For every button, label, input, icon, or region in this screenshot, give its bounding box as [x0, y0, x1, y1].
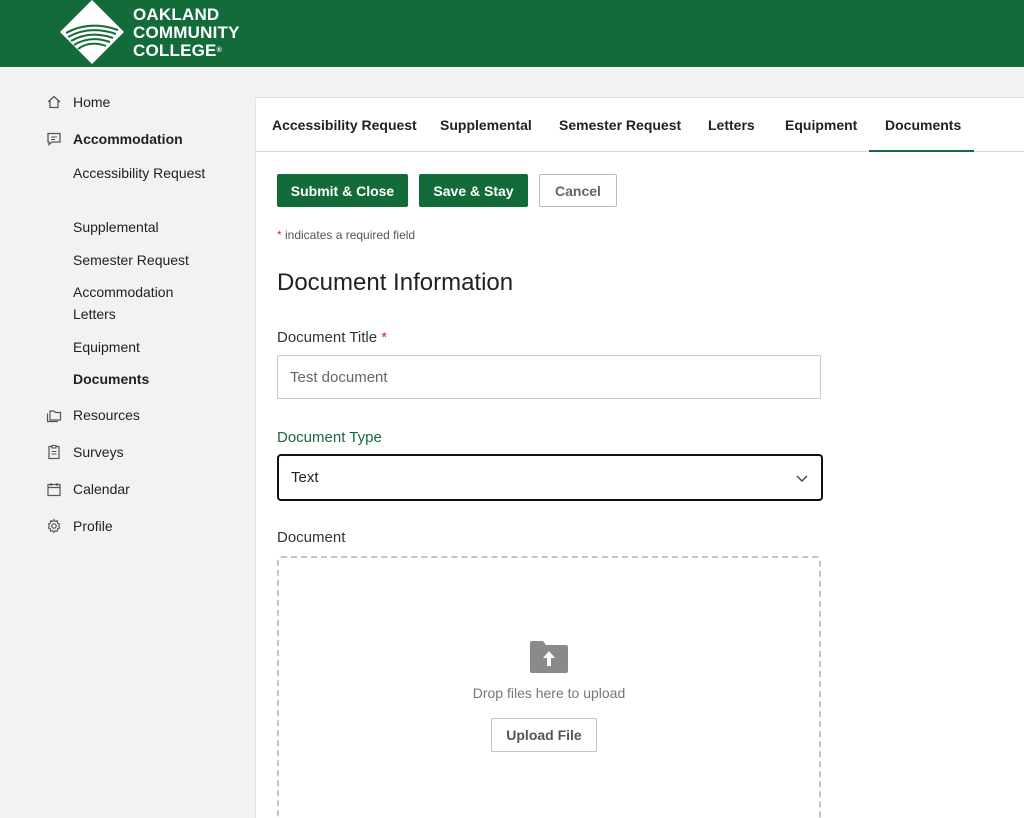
document-type-value: Text	[291, 469, 319, 486]
document-title-label-text: Document Title	[277, 329, 378, 346]
required-note-text: indicates a required field	[281, 228, 416, 242]
tab-supplemental[interactable]: Supplemental	[440, 98, 532, 152]
upload-file-button[interactable]: Upload File	[491, 718, 597, 752]
sidebar-item-profile[interactable]: Profile	[46, 518, 113, 534]
tab-semester-request[interactable]: Semester Request	[559, 98, 681, 152]
section-title: Document Information	[277, 269, 514, 296]
document-type-label: Document Type	[277, 429, 382, 446]
submit-close-button[interactable]: Submit & Close	[277, 174, 408, 207]
drop-files-text: Drop files here to upload	[472, 685, 626, 701]
clipboard-icon	[48, 444, 60, 460]
sidebar-item-label: Home	[73, 94, 111, 110]
sidebar-item-resources[interactable]: Resources	[46, 407, 140, 423]
tab-documents[interactable]: Documents	[869, 98, 974, 152]
college-logo-icon	[60, 0, 124, 64]
tab-letters[interactable]: Letters	[708, 98, 755, 152]
sidebar-subitem-supplemental[interactable]: Supplemental	[73, 216, 223, 238]
sidebar-item-label: Profile	[73, 518, 113, 534]
college-name-line-2: COMMUNITY	[133, 23, 240, 42]
sidebar-subitem-accessibility-request[interactable]: Accessibility Request	[73, 162, 223, 184]
folders-icon	[46, 410, 62, 423]
document-title-label: Document Title *	[277, 329, 387, 346]
file-dropzone[interactable]: Drop files here to upload Upload File	[277, 556, 821, 818]
sidebar-item-label: Accommodation	[73, 131, 183, 147]
chevron-down-icon	[796, 475, 808, 482]
document-label: Document	[277, 529, 346, 546]
registered-mark: ®	[216, 47, 222, 54]
college-name: OAKLAND COMMUNITY COLLEGE®	[133, 6, 240, 60]
sidebar-item-calendar[interactable]: Calendar	[46, 481, 130, 497]
main-panel: Accessibility Request Supplemental Semes…	[255, 97, 1024, 818]
calendar-icon	[47, 483, 61, 497]
college-name-line-1: OAKLAND	[133, 5, 220, 24]
sidebar-item-surveys[interactable]: Surveys	[46, 444, 124, 460]
sidebar-subitem-accommodation-letters[interactable]: Accommodation Letters	[73, 281, 193, 325]
sidebar-subitem-equipment[interactable]: Equipment	[73, 336, 223, 358]
sidebar: Home Accommodation Accessibility Request…	[0, 67, 255, 818]
sidebar-item-home[interactable]: Home	[46, 94, 110, 110]
sidebar-subitem-semester-request[interactable]: Semester Request	[73, 249, 223, 271]
tab-equipment[interactable]: Equipment	[785, 98, 857, 152]
sidebar-item-label: Surveys	[73, 444, 124, 460]
top-header: OAKLAND COMMUNITY COLLEGE®	[0, 0, 1024, 67]
sidebar-item-label: Calendar	[73, 481, 130, 497]
home-icon	[47, 95, 61, 109]
cancel-button[interactable]: Cancel	[539, 174, 617, 207]
required-field-note: * indicates a required field	[277, 228, 415, 242]
document-title-value: Test document	[290, 368, 388, 386]
required-star: *	[381, 329, 388, 346]
sidebar-item-label: Resources	[73, 407, 140, 423]
gear-icon	[47, 518, 61, 534]
save-stay-button[interactable]: Save & Stay	[419, 174, 528, 207]
document-type-select[interactable]: Text	[277, 454, 823, 501]
document-title-input[interactable]: Test document	[277, 355, 821, 399]
tab-accessibility-request[interactable]: Accessibility Request	[272, 98, 417, 152]
sidebar-item-accommodation[interactable]: Accommodation	[46, 131, 183, 147]
sidebar-subitem-documents[interactable]: Documents	[73, 368, 223, 390]
chat-icon	[47, 132, 61, 146]
college-name-line-3: COLLEGE	[133, 41, 217, 60]
folder-upload-icon	[530, 641, 568, 673]
tab-bar: Accessibility Request Supplemental Semes…	[256, 98, 1024, 152]
